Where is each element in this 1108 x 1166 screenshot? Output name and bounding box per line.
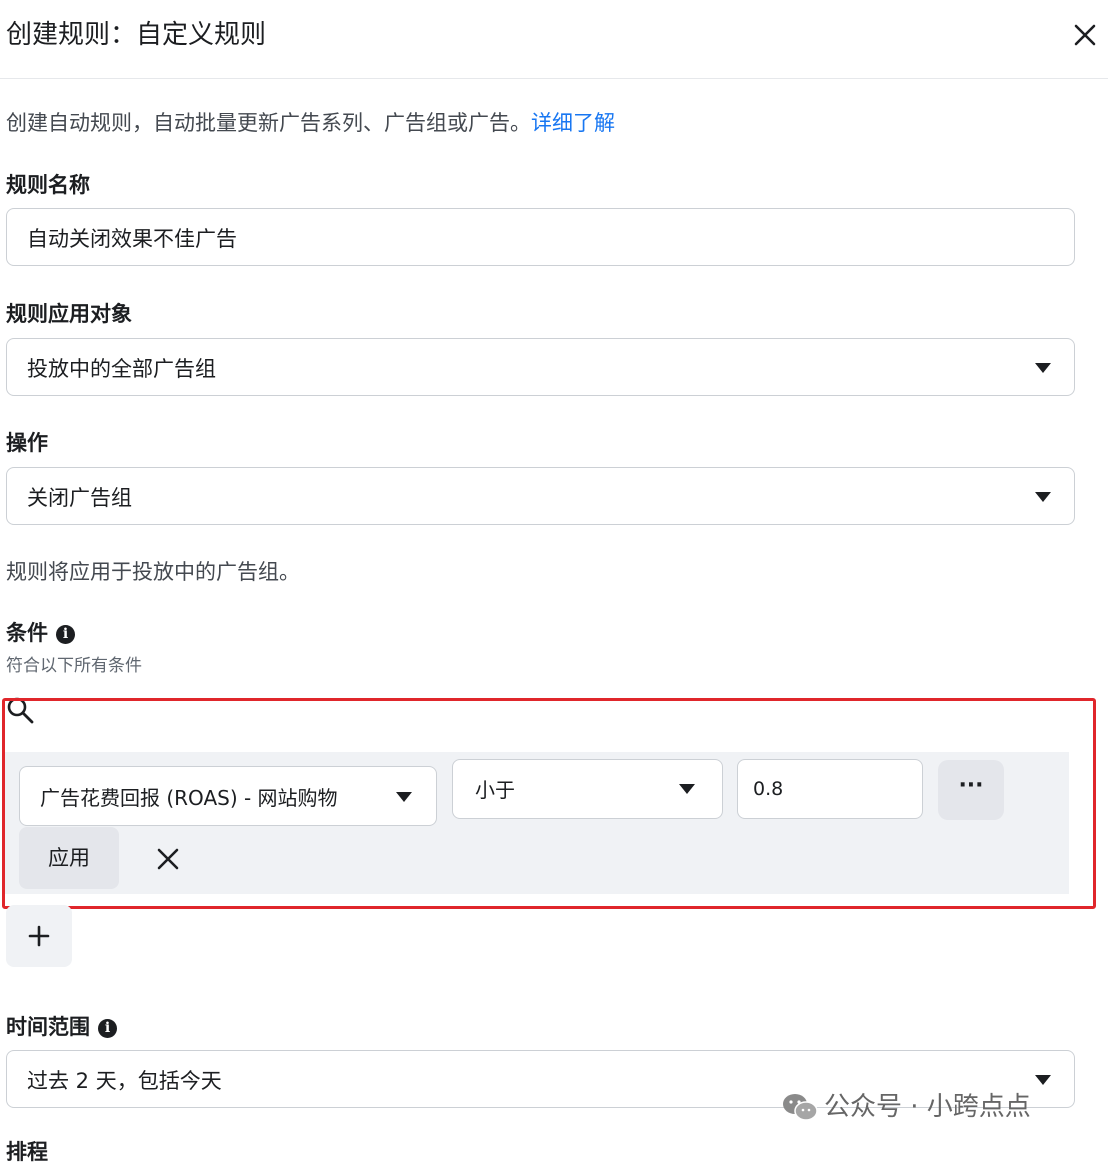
time-range-value: 过去 2 天，包括今天: [27, 1069, 222, 1093]
conditions-header: 条件 i: [6, 617, 75, 647]
highlight-frame: [2, 698, 1096, 909]
dialog-title: 创建规则：自定义规则: [6, 20, 267, 50]
close-icon[interactable]: [1070, 20, 1100, 50]
rule-name-label: 规则名称: [6, 173, 90, 197]
learn-more-link[interactable]: 详细了解: [531, 111, 615, 135]
add-condition-button[interactable]: [6, 905, 72, 967]
rule-name-input[interactable]: 自动关闭效果不佳广告: [6, 208, 1075, 266]
watermark-text: 公众号 · 小跨点点: [824, 1092, 1031, 1122]
info-icon[interactable]: i: [98, 1019, 117, 1038]
watermark: 公众号 · 小跨点点: [782, 1086, 1031, 1123]
apply-to-select[interactable]: 投放中的全部广告组: [6, 338, 1075, 396]
time-range-header: 时间范围 i: [6, 1011, 117, 1041]
conditions-label: 条件: [6, 621, 48, 645]
caret-down-icon: [1035, 492, 1051, 502]
apply-to-value: 投放中的全部广告组: [27, 357, 216, 381]
plus-icon: [28, 925, 50, 947]
conditions-sublabel: 符合以下所有条件: [6, 656, 142, 676]
wechat-icon: [783, 1094, 818, 1121]
action-value: 关闭广告组: [27, 486, 132, 510]
applies-note: 规则将应用于投放中的广告组。: [6, 560, 300, 584]
intro-description: 创建自动规则，自动批量更新广告系列、广告组或广告。: [6, 111, 531, 135]
caret-down-icon: [1035, 1075, 1051, 1085]
dialog-header: 创建规则：自定义规则: [0, 0, 1108, 79]
action-label: 操作: [6, 431, 48, 455]
caret-down-icon: [1035, 363, 1051, 373]
rule-name-value: 自动关闭效果不佳广告: [27, 227, 237, 251]
info-icon[interactable]: i: [56, 625, 75, 644]
apply-to-label: 规则应用对象: [6, 302, 132, 326]
time-range-label: 时间范围: [6, 1015, 90, 1039]
intro-text: 创建自动规则，自动批量更新广告系列、广告组或广告。详细了解: [6, 107, 615, 137]
action-select[interactable]: 关闭广告组: [6, 467, 1075, 525]
schedule-label: 排程: [6, 1140, 48, 1164]
